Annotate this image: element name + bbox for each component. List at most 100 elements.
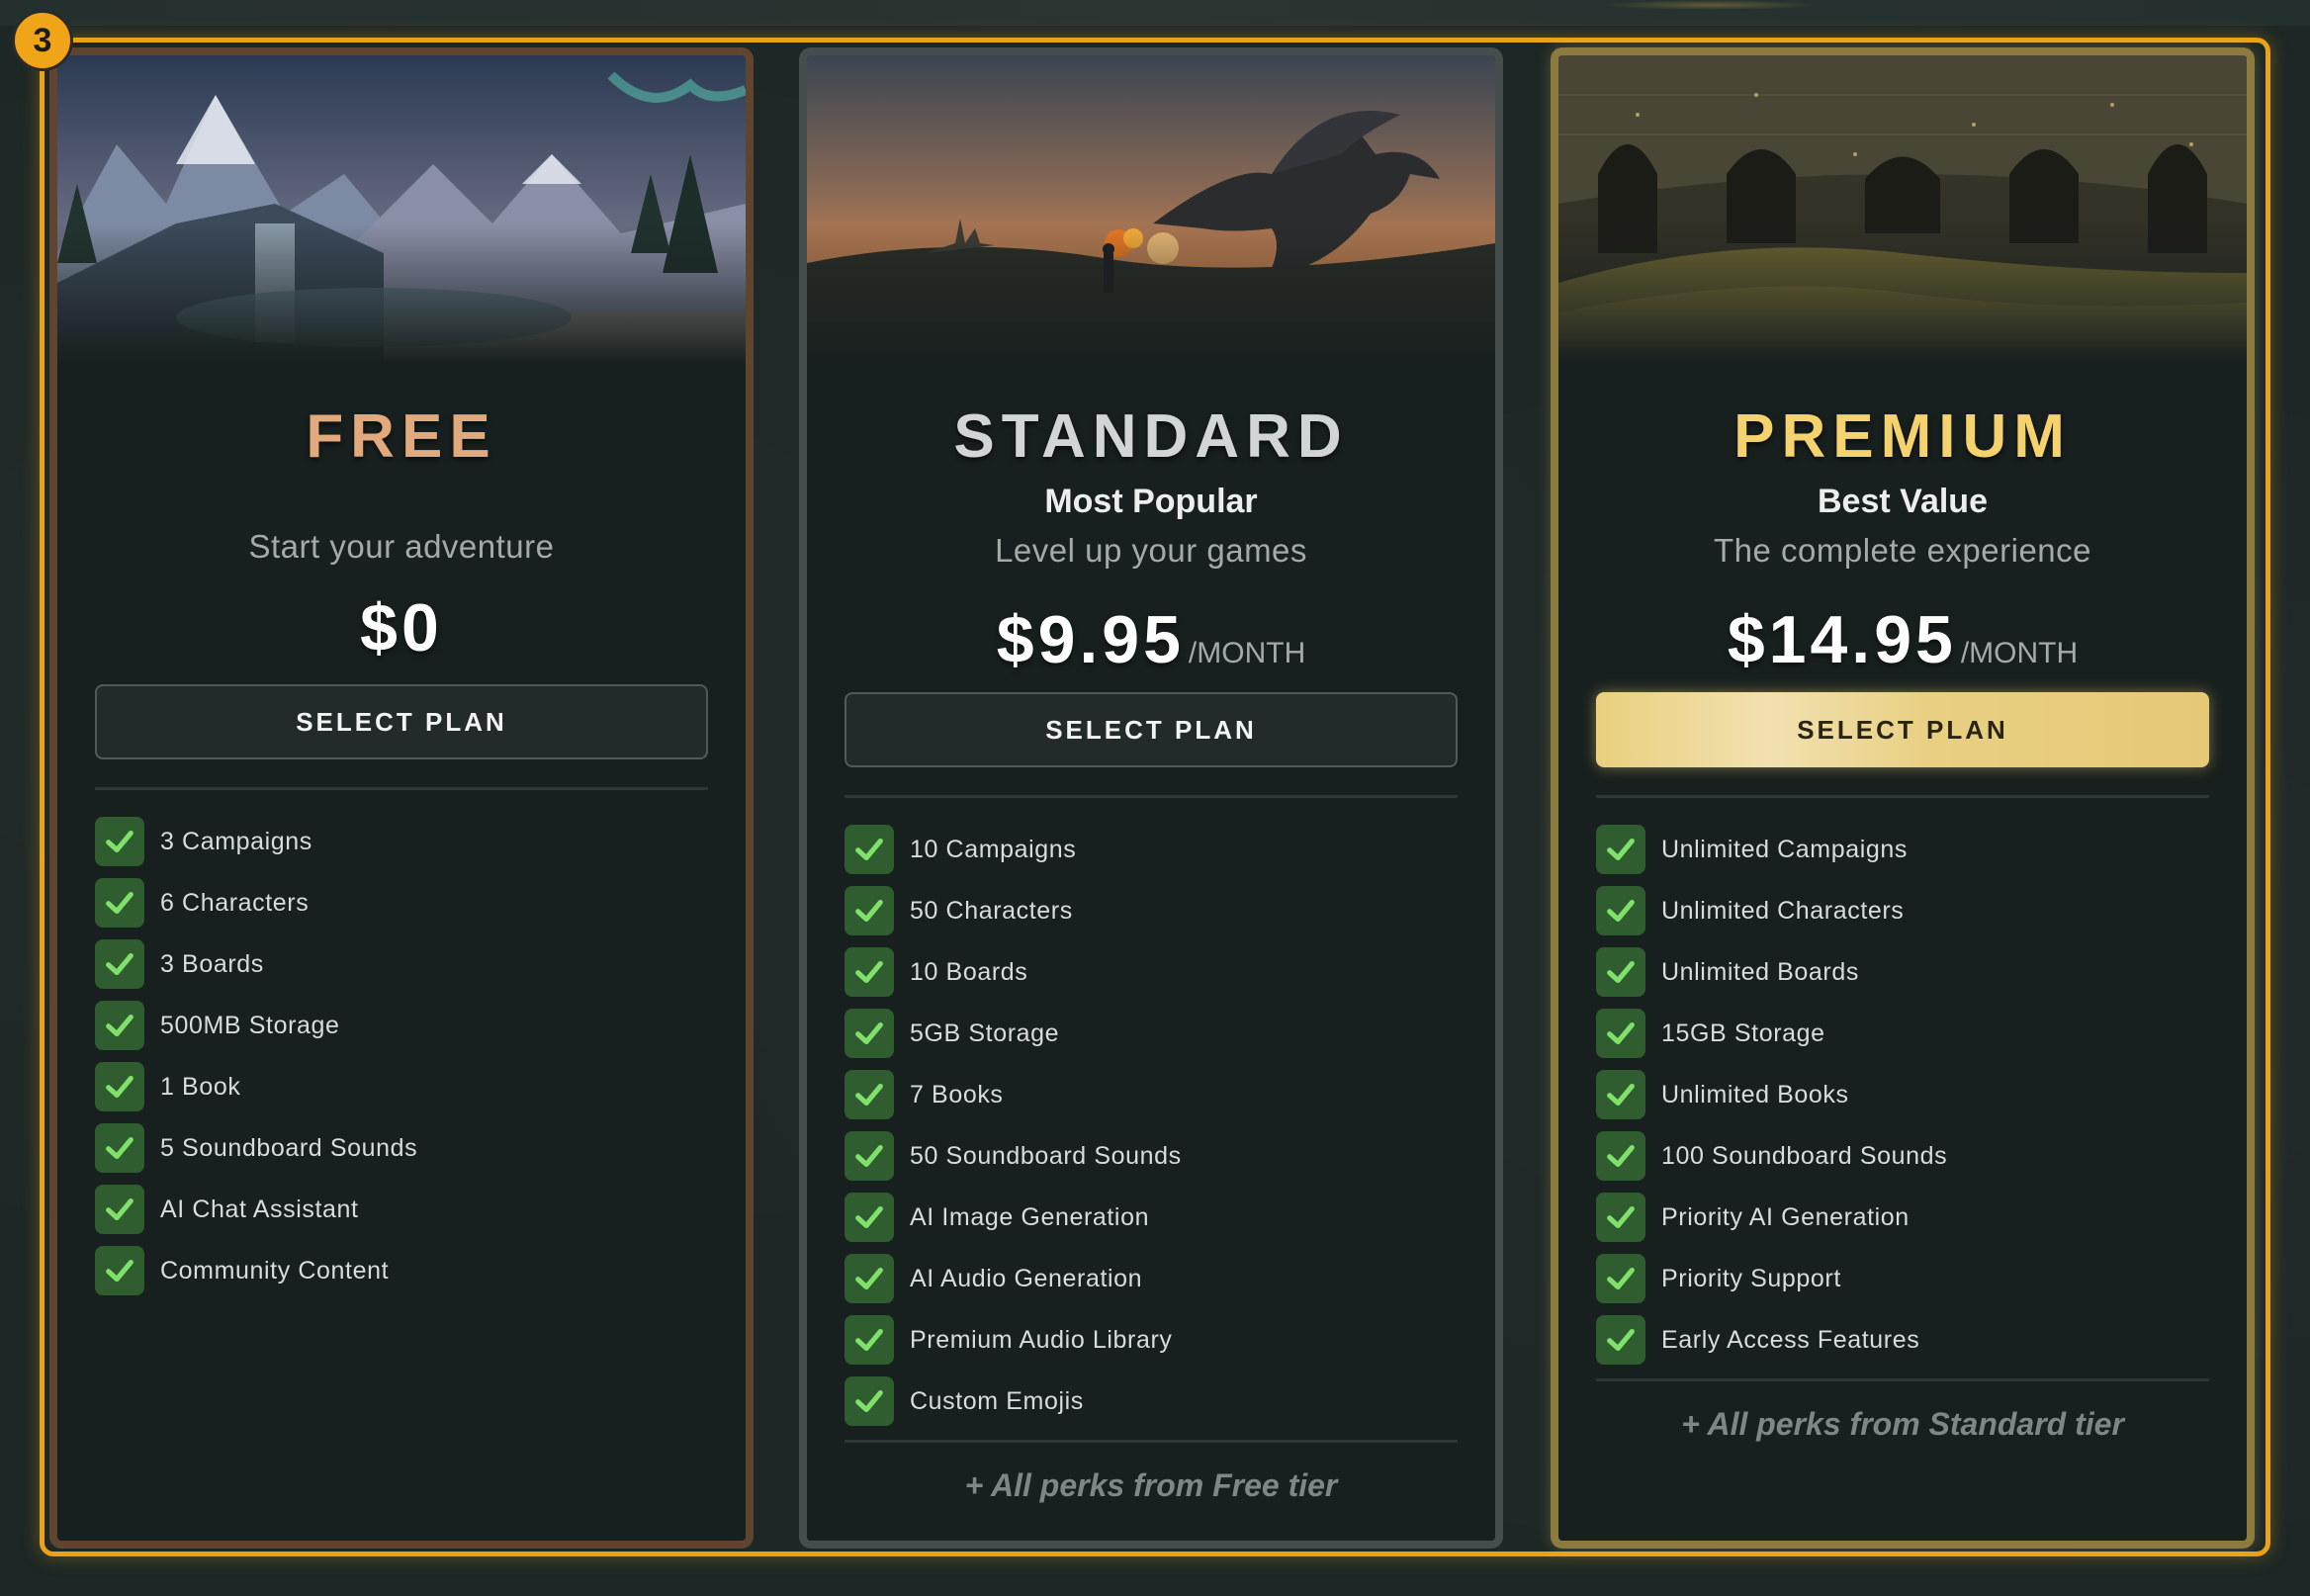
top-glow — [1602, 0, 1820, 10]
feature-item: Priority AI Generation — [1596, 1187, 2209, 1248]
feature-label: 5GB Storage — [910, 1019, 1060, 1047]
feature-item: 50 Characters — [844, 880, 1458, 941]
checkmark-icon — [844, 1315, 894, 1365]
plan-price-row: $9.95 /MONTH — [807, 601, 1495, 678]
checkmark-icon — [1596, 1315, 1645, 1365]
feature-item: 6 Characters — [95, 872, 708, 933]
feature-item: 3 Campaigns — [95, 811, 708, 872]
feature-label: 7 Books — [910, 1080, 1004, 1108]
plan-period: /MONTH — [1188, 637, 1306, 669]
plan-price-row: $14.95 /MONTH — [1558, 601, 2247, 678]
feature-label: Unlimited Characters — [1661, 896, 1905, 925]
plan-art-standard — [807, 55, 1495, 362]
feature-item: Premium Audio Library — [844, 1309, 1458, 1371]
checkmark-icon — [844, 1376, 894, 1426]
checkmark-icon — [95, 1185, 144, 1234]
feature-label: 10 Campaigns — [910, 835, 1077, 863]
checkmark-icon — [1596, 947, 1645, 997]
plan-tagline: The complete experience — [1713, 532, 2092, 569]
plan-badge: Best Value — [1818, 483, 1988, 520]
feature-label: AI Chat Assistant — [160, 1195, 359, 1223]
feature-list: Unlimited Campaigns Unlimited Characters… — [1596, 819, 2209, 1371]
checkmark-icon — [844, 825, 894, 874]
checkmark-icon — [1596, 1193, 1645, 1242]
feature-label: 1 Book — [160, 1072, 241, 1101]
feature-item: Early Access Features — [1596, 1309, 2209, 1371]
plan-art-free — [57, 55, 746, 362]
checkmark-icon — [95, 817, 144, 866]
plan-tagline: Level up your games — [995, 532, 1307, 569]
feature-label: Early Access Features — [1661, 1325, 1920, 1354]
feature-label: 10 Boards — [910, 957, 1028, 986]
feature-item: AI Image Generation — [844, 1187, 1458, 1248]
feature-item: AI Audio Generation — [844, 1248, 1458, 1309]
feature-item: 5 Soundboard Sounds — [95, 1117, 708, 1179]
plan-price: $9.95 — [996, 602, 1185, 677]
plan-card-premium: PREMIUM Best Value The complete experien… — [1551, 47, 2255, 1549]
checkmark-icon — [95, 1001, 144, 1050]
plan-card-free: FREE Start your adventure $0 SELECT PLAN… — [49, 47, 754, 1549]
step-number-badge: 3 — [12, 10, 73, 71]
feature-item: Unlimited Characters — [1596, 880, 2209, 941]
plan-price-row: $0 — [57, 589, 746, 666]
select-plan-button-standard[interactable]: SELECT PLAN — [844, 692, 1458, 767]
perks-note: + All perks from Standard tier — [1681, 1406, 2124, 1442]
checkmark-icon — [95, 1062, 144, 1111]
select-plan-button-free[interactable]: SELECT PLAN — [95, 684, 708, 759]
feature-label: Priority AI Generation — [1661, 1202, 1910, 1231]
divider — [1596, 795, 2209, 798]
feature-label: 100 Soundboard Sounds — [1661, 1141, 1948, 1170]
feature-item: 10 Boards — [844, 941, 1458, 1003]
plan-price: $0 — [360, 590, 443, 665]
checkmark-icon — [844, 1193, 894, 1242]
plan-price: $14.95 — [1727, 602, 1957, 677]
feature-label: Premium Audio Library — [910, 1325, 1173, 1354]
divider — [95, 787, 708, 790]
feature-item: Unlimited Boards — [1596, 941, 2209, 1003]
feature-label: 50 Characters — [910, 896, 1073, 925]
top-strip — [0, 0, 2310, 26]
divider — [1596, 1378, 2209, 1381]
feature-item: Unlimited Campaigns — [1596, 819, 2209, 880]
feature-item: 50 Soundboard Sounds — [844, 1125, 1458, 1187]
feature-label: 500MB Storage — [160, 1011, 340, 1039]
select-plan-button-premium[interactable]: SELECT PLAN — [1596, 692, 2209, 767]
checkmark-icon — [95, 1123, 144, 1173]
feature-item: 7 Books — [844, 1064, 1458, 1125]
plan-title: PREMIUM — [1733, 402, 2072, 471]
checkmark-icon — [844, 1009, 894, 1058]
divider — [844, 1440, 1458, 1443]
checkmark-icon — [1596, 886, 1645, 935]
checkmark-icon — [844, 1070, 894, 1119]
plan-title: FREE — [306, 402, 497, 471]
feature-item: 5GB Storage — [844, 1003, 1458, 1064]
feature-label: AI Image Generation — [910, 1202, 1150, 1231]
plan-card-standard: STANDARD Most Popular Level up your game… — [799, 47, 1503, 1549]
feature-list: 3 Campaigns 6 Characters 3 Boards 500MB … — [95, 811, 708, 1301]
feature-item: 1 Book — [95, 1056, 708, 1117]
checkmark-icon — [844, 886, 894, 935]
feature-label: Custom Emojis — [910, 1386, 1084, 1415]
checkmark-icon — [1596, 1070, 1645, 1119]
plan-badge: Most Popular — [1044, 483, 1258, 520]
feature-label: 3 Boards — [160, 949, 264, 978]
checkmark-icon — [844, 1131, 894, 1181]
feature-item: Unlimited Books — [1596, 1064, 2209, 1125]
feature-item: AI Chat Assistant — [95, 1179, 708, 1240]
feature-item: 3 Boards — [95, 933, 708, 995]
feature-label: 5 Soundboard Sounds — [160, 1133, 418, 1162]
checkmark-icon — [1596, 825, 1645, 874]
feature-item: 100 Soundboard Sounds — [1596, 1125, 2209, 1187]
checkmark-icon — [844, 947, 894, 997]
feature-item: Community Content — [95, 1240, 708, 1301]
feature-label: 6 Characters — [160, 888, 310, 917]
feature-item: Custom Emojis — [844, 1371, 1458, 1432]
feature-label: Priority Support — [1661, 1264, 1841, 1292]
feature-label: 50 Soundboard Sounds — [910, 1141, 1182, 1170]
checkmark-icon — [95, 939, 144, 989]
plan-period: /MONTH — [1960, 637, 2079, 669]
feature-item: Priority Support — [1596, 1248, 2209, 1309]
plan-tagline: Start your adventure — [248, 528, 555, 565]
checkmark-icon — [1596, 1131, 1645, 1181]
divider — [844, 795, 1458, 798]
